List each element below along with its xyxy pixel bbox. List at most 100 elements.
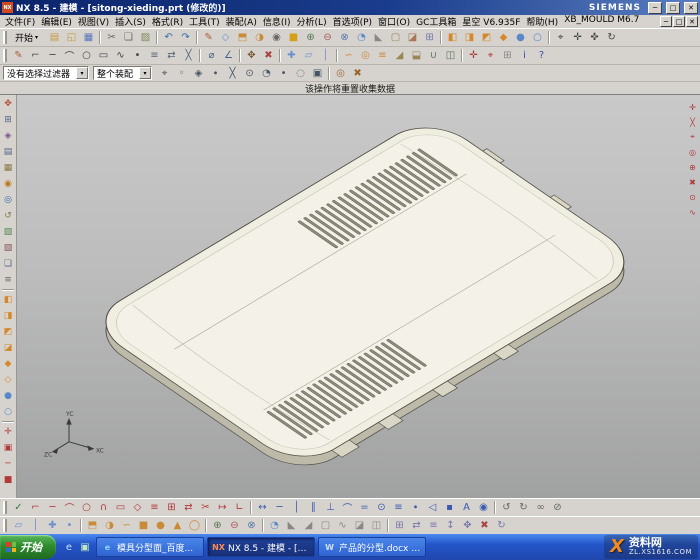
point-icon[interactable]: • xyxy=(129,48,146,64)
web-browser-icon[interactable]: ◎ xyxy=(0,192,16,208)
inferred-constraints-icon[interactable]: ∞ xyxy=(532,500,549,516)
process-studio-icon[interactable]: ▧ xyxy=(0,240,16,256)
center-mark-icon[interactable]: ◎ xyxy=(687,146,699,158)
block-2-icon[interactable]: ■ xyxy=(135,518,152,534)
select-edge-icon[interactable]: ─ xyxy=(0,456,16,472)
undo-icon[interactable]: ↶ xyxy=(160,30,177,46)
vertical-constraint-icon[interactable]: │ xyxy=(288,500,305,516)
view-iso-icon[interactable]: ◆ xyxy=(495,30,512,46)
tube-icon[interactable]: ◎ xyxy=(357,48,374,64)
auto-constrain-icon[interactable]: A xyxy=(458,500,475,516)
help-icon[interactable]: ? xyxy=(533,48,550,64)
show-constraints-icon[interactable]: ◉ xyxy=(475,500,492,516)
orient-xy-icon[interactable]: ✛ xyxy=(687,101,699,113)
thicken-icon[interactable]: ⬓ xyxy=(408,48,425,64)
measure-distance-icon[interactable]: ⌀ xyxy=(203,48,220,64)
orient-cross-icon[interactable]: ╳ xyxy=(687,116,699,128)
hole-icon[interactable]: ◉ xyxy=(268,30,285,46)
quadrant-point-icon[interactable]: ◔ xyxy=(258,65,275,81)
view-top-icon[interactable]: ◧ xyxy=(444,30,461,46)
edge-blend-icon[interactable]: ◔ xyxy=(353,30,370,46)
view-orient-left-icon[interactable]: ◪ xyxy=(0,340,16,356)
minimize-icon[interactable]: ─ xyxy=(648,2,662,14)
pan-icon[interactable]: ✜ xyxy=(586,30,603,46)
view-front-icon[interactable]: ◨ xyxy=(461,30,478,46)
pattern-feature-icon[interactable]: ⊞ xyxy=(421,30,438,46)
sew-icon[interactable]: ∪ xyxy=(425,48,442,64)
mirror-feature-icon[interactable]: ⇄ xyxy=(408,518,425,534)
unite-icon[interactable]: ⊕ xyxy=(302,30,319,46)
symmetric-constraint-icon[interactable]: ◁ xyxy=(424,500,441,516)
swept-icon[interactable]: ∽ xyxy=(340,48,357,64)
shell-2-icon[interactable]: ▢ xyxy=(317,518,334,534)
fixed-constraint-icon[interactable]: ▪ xyxy=(441,500,458,516)
taskbar-item-word-window[interactable]: W产品的分型.docx -... xyxy=(318,537,426,557)
pattern-2-icon[interactable]: ⊞ xyxy=(391,518,408,534)
offset-curve-icon[interactable]: ≡ xyxy=(146,48,163,64)
sketch-profile-icon[interactable]: ⌐ xyxy=(27,500,44,516)
sketch-fillet-icon[interactable]: ∩ xyxy=(95,500,112,516)
chamfer-2-icon[interactable]: ◣ xyxy=(283,518,300,534)
resource-roles-icon[interactable]: ✥ xyxy=(0,96,16,112)
toolbar-grip-3[interactable] xyxy=(3,501,7,514)
delete-face-icon[interactable]: ✖ xyxy=(476,518,493,534)
history-icon[interactable]: ↺ xyxy=(0,208,16,224)
taskbar-item-nx-window[interactable]: NXNX 8.5 - 建模 - [si... xyxy=(207,537,315,557)
shell-icon[interactable]: ▢ xyxy=(387,30,404,46)
datum-axis-icon[interactable]: │ xyxy=(27,518,44,534)
sphere-2-icon[interactable]: ◯ xyxy=(186,518,203,534)
sketch-circle-icon[interactable]: ○ xyxy=(78,500,95,516)
extrude-icon[interactable]: ⬒ xyxy=(234,30,251,46)
plane-icon[interactable]: ▱ xyxy=(300,48,317,64)
alternate-solution-icon[interactable]: ↻ xyxy=(515,500,532,516)
intersect-icon[interactable]: ⊗ xyxy=(336,30,353,46)
unite-2-icon[interactable]: ⊕ xyxy=(209,518,226,534)
move-object-icon[interactable]: ✥ xyxy=(243,48,260,64)
collinear-constraint-icon[interactable]: ≡ xyxy=(390,500,407,516)
save-icon[interactable]: ▦ xyxy=(80,30,97,46)
chevron-down-icon[interactable]: ▾ xyxy=(139,67,151,79)
shaded-icon[interactable]: ● xyxy=(512,30,529,46)
finish-sketch-icon[interactable]: ✓ xyxy=(10,500,27,516)
toolbar-grip-4[interactable] xyxy=(3,519,7,532)
menu-item[interactable]: 首选项(P) xyxy=(330,15,375,28)
start-button[interactable]: 开始 xyxy=(0,535,56,559)
plus-mark-icon[interactable]: ⊕ xyxy=(687,161,699,173)
render-shaded-icon[interactable]: ● xyxy=(0,388,16,404)
point-2-icon[interactable]: • xyxy=(61,518,78,534)
scale-body-icon[interactable]: ↕ xyxy=(442,518,459,534)
menu-item[interactable]: 帮助(H) xyxy=(523,15,561,28)
toolbar-grip-2[interactable] xyxy=(3,49,7,62)
paste-icon[interactable]: ▨ xyxy=(137,30,154,46)
quick-trim-icon[interactable]: ✂ xyxy=(197,500,214,516)
view-orient-right-icon[interactable]: ◩ xyxy=(0,324,16,340)
rectangle-icon[interactable]: ▭ xyxy=(95,48,112,64)
datum-plane-2-icon[interactable]: ▱ xyxy=(10,518,27,534)
open-icon[interactable]: ◱ xyxy=(63,30,80,46)
selection-scope-dropdown[interactable]: 整个装配 ▾ xyxy=(93,66,152,80)
snap-toggle-icon[interactable]: ⌖ xyxy=(482,48,499,64)
end-point-icon[interactable]: ◦ xyxy=(173,65,190,81)
draft-icon[interactable]: ◢ xyxy=(391,48,408,64)
menu-item[interactable]: 分析(L) xyxy=(294,15,330,28)
arc-icon[interactable]: ⌒ xyxy=(61,48,78,64)
show-desktop-icon[interactable]: ▣ xyxy=(77,539,93,555)
redo-icon[interactable]: ↷ xyxy=(177,30,194,46)
datum-csys-2-icon[interactable]: ✚ xyxy=(44,518,61,534)
wireframe-icon[interactable]: ○ xyxy=(529,30,546,46)
select-body-icon[interactable]: ■ xyxy=(0,472,16,488)
sketch-mirror-icon[interactable]: ⇄ xyxy=(180,500,197,516)
menu-item[interactable]: 工具(T) xyxy=(186,15,223,28)
zoom-icon[interactable]: ✛ xyxy=(569,30,586,46)
existing-point-icon[interactable]: • xyxy=(275,65,292,81)
mirror-curve-icon[interactable]: ⇄ xyxy=(163,48,180,64)
block-icon[interactable]: ■ xyxy=(285,30,302,46)
copy-icon[interactable]: ❏ xyxy=(120,30,137,46)
intersect-2-icon[interactable]: ⊗ xyxy=(243,518,260,534)
edge-blend-2-icon[interactable]: ◔ xyxy=(266,518,283,534)
dependencies-icon[interactable]: ≡ xyxy=(0,272,16,288)
close-icon[interactable]: ✕ xyxy=(684,2,698,14)
menu-item[interactable]: 星空 V6.935F xyxy=(459,15,523,28)
info-icon[interactable]: i xyxy=(516,48,533,64)
synchronous-modeling-icon[interactable]: ↻ xyxy=(493,518,510,534)
